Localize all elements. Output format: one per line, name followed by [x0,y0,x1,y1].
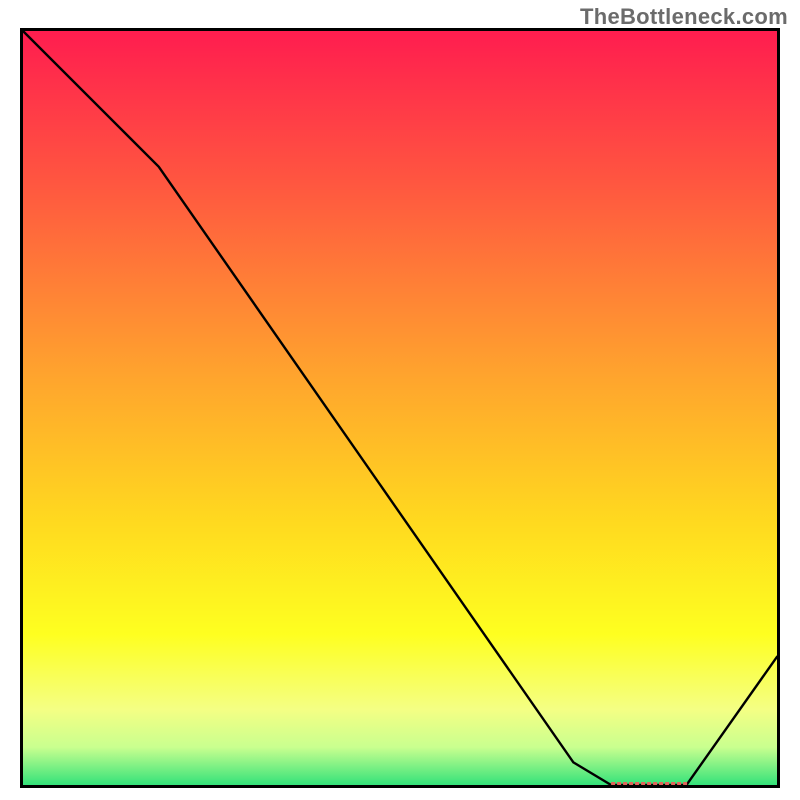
highlight-dot [659,782,663,785]
highlight-dot [611,782,615,785]
highlight-dot [683,782,687,785]
bottleneck-chart [23,31,777,785]
highlight-dot [623,782,627,785]
highlight-dot [653,782,657,785]
chart-frame [20,28,780,788]
watermark-text: TheBottleneck.com [580,4,788,30]
highlight-dot [665,782,669,785]
highlight-dot [617,782,621,785]
highlight-dot [641,782,645,785]
highlight-dot [647,782,651,785]
highlight-dot [629,782,633,785]
highlight-dot [635,782,639,785]
highlight-dot [671,782,675,785]
highlight-dot [677,782,681,785]
